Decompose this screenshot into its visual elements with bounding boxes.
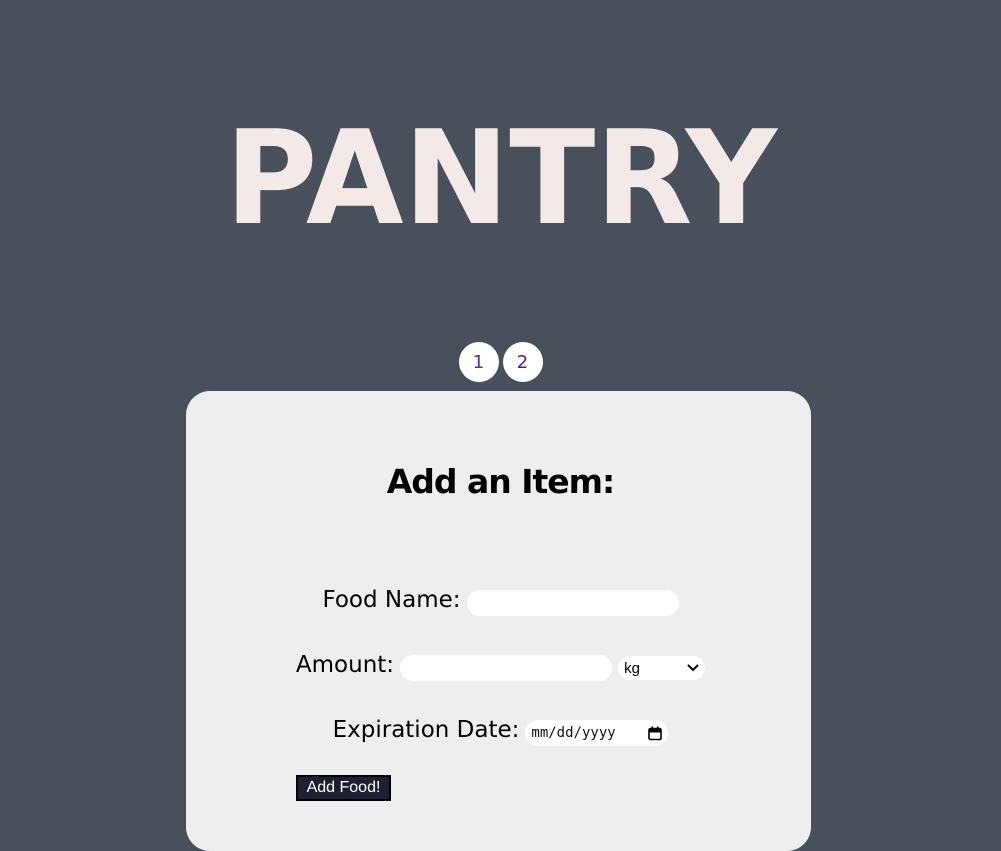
unit-select[interactable]: kg bbox=[618, 656, 706, 680]
page-2-button[interactable]: 2 bbox=[502, 342, 543, 382]
food-name-label: Food Name: bbox=[322, 587, 461, 613]
expiration-date-input[interactable]: mm/dd/yyyy bbox=[525, 720, 669, 746]
page-1-button[interactable]: 1 bbox=[458, 342, 499, 382]
expiration-row: Expiration Date: mm/dd/yyyy bbox=[0, 714, 1001, 746]
unit-selected-value: kg bbox=[624, 659, 640, 677]
expiration-label: Expiration Date: bbox=[332, 717, 520, 743]
amount-label: Amount: bbox=[295, 652, 395, 678]
calendar-icon[interactable] bbox=[648, 726, 663, 741]
food-name-input[interactable] bbox=[466, 590, 679, 616]
food-name-row: Food Name: bbox=[0, 584, 1001, 616]
form-title: Add an Item: bbox=[386, 462, 616, 501]
amount-input[interactable] bbox=[400, 655, 613, 681]
date-placeholder: mm/dd/yyyy bbox=[531, 725, 616, 741]
add-food-button[interactable]: Add Food! bbox=[296, 775, 391, 801]
chevron-down-icon bbox=[687, 664, 699, 672]
add-item-card bbox=[186, 391, 811, 851]
pantry-logo: PANTRY bbox=[0, 86, 1001, 226]
pagination: 1 2 bbox=[0, 342, 1001, 382]
logo-text: PANTRY bbox=[225, 102, 779, 226]
amount-row: Amount: kg bbox=[0, 649, 1001, 681]
